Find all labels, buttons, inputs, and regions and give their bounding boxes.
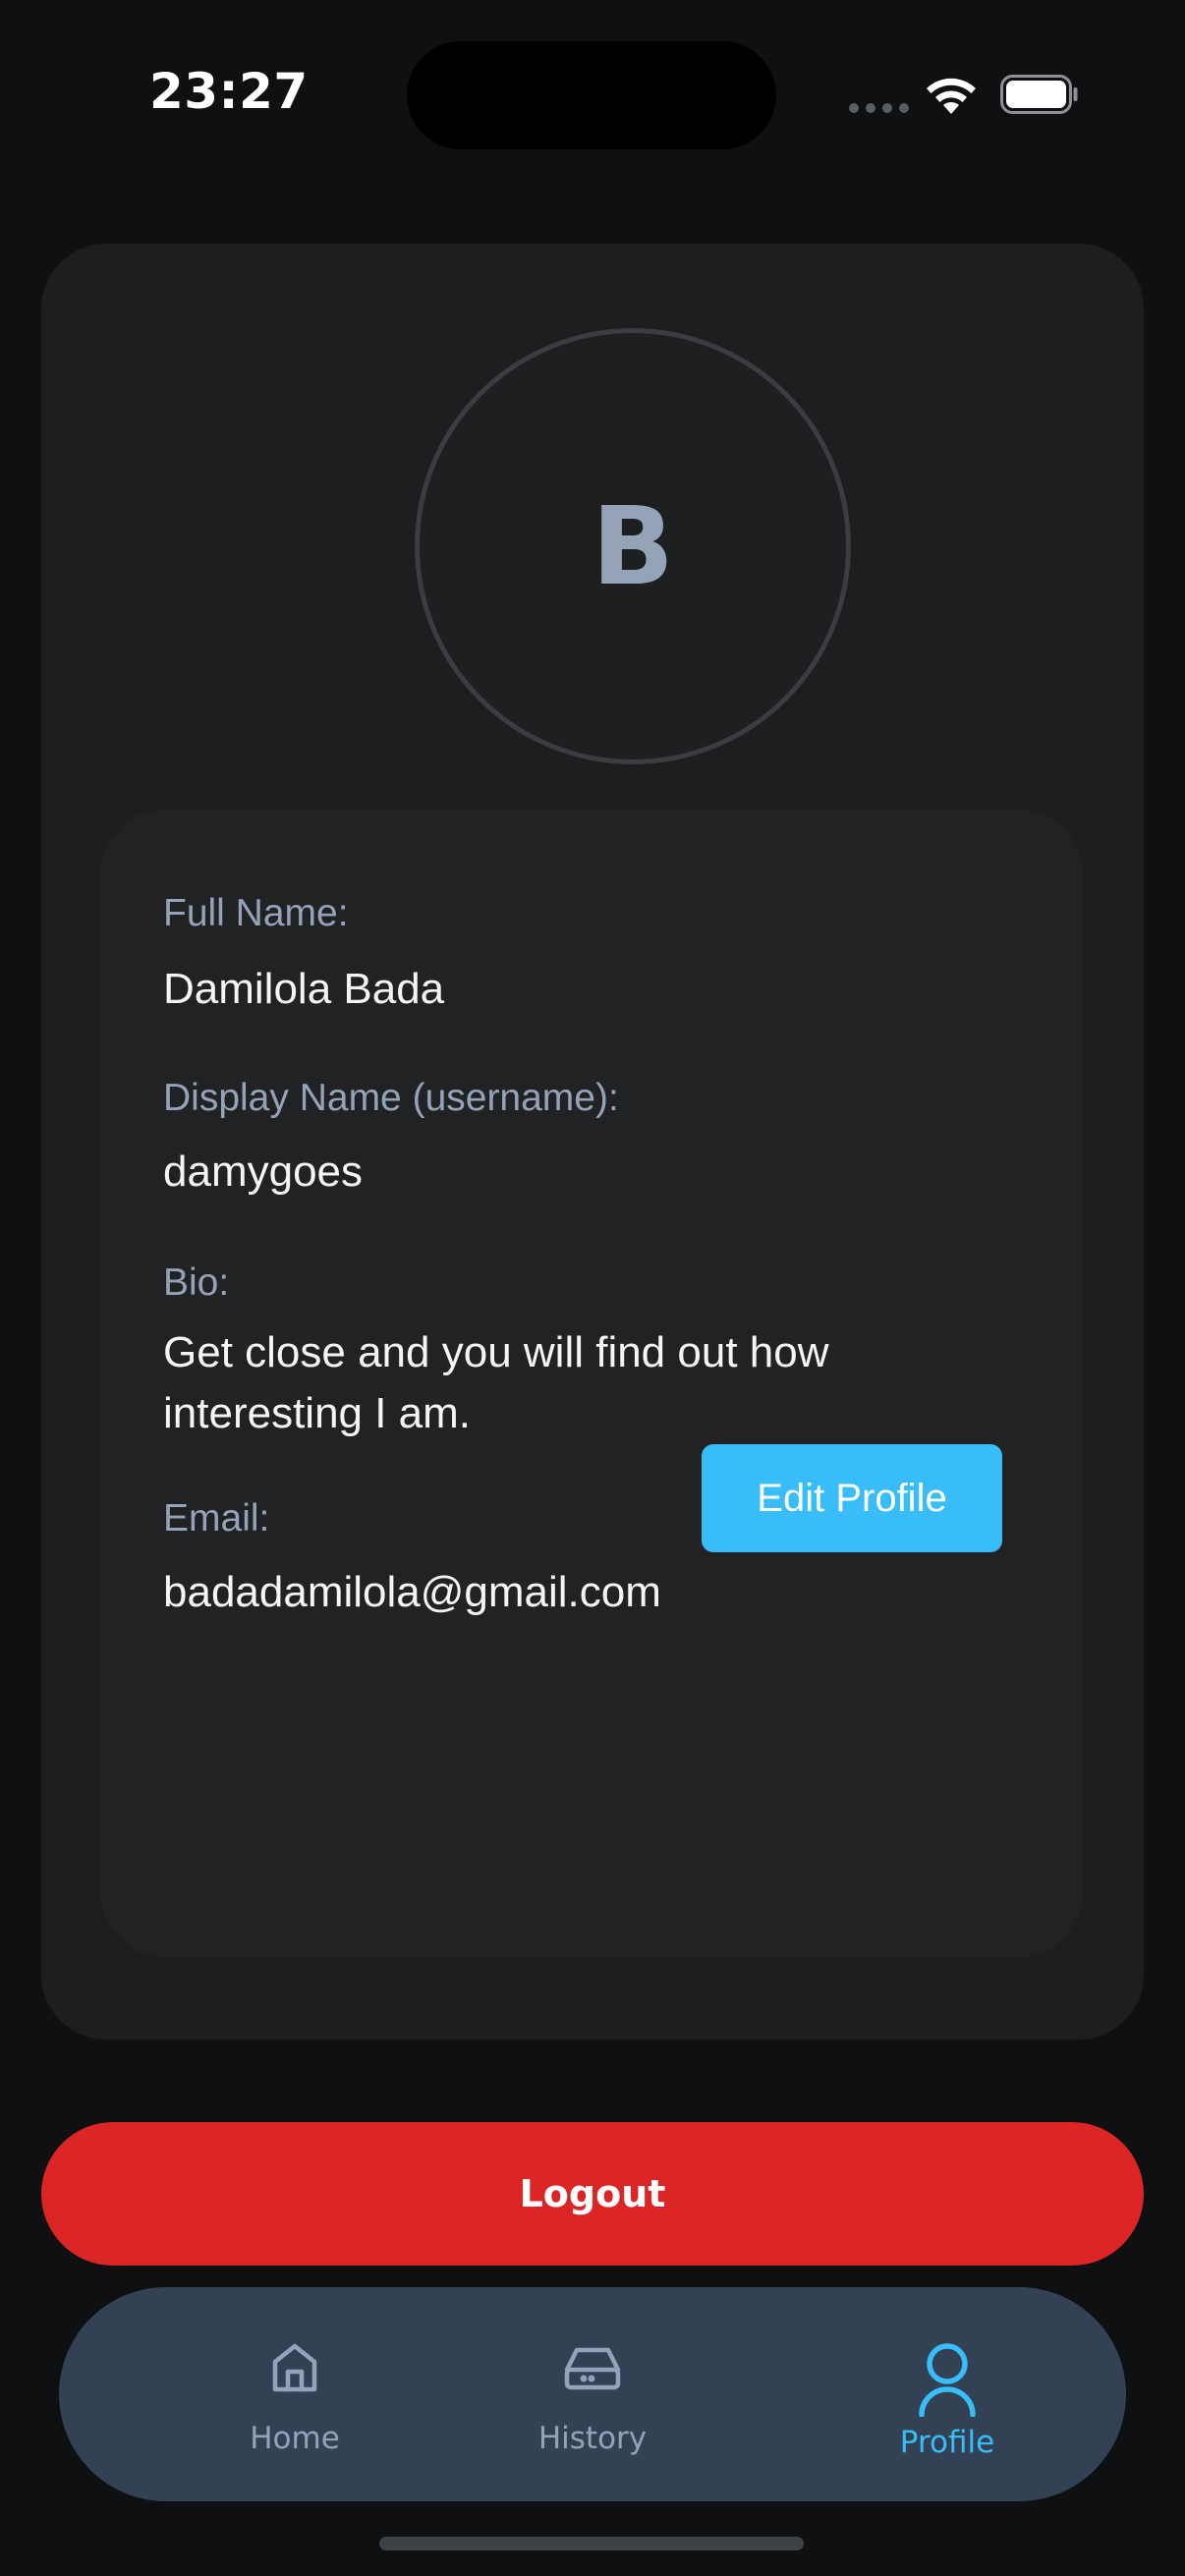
bio-label: Bio: bbox=[163, 1261, 230, 1304]
tab-history[interactable]: History bbox=[475, 2287, 710, 2501]
dynamic-island bbox=[407, 41, 776, 149]
avatar: B bbox=[415, 328, 851, 764]
username-label: Display Name (username): bbox=[163, 1077, 619, 1119]
avatar-initial: B bbox=[592, 483, 674, 609]
username-value: damygoes bbox=[163, 1148, 364, 1196]
home-indicator bbox=[379, 2537, 804, 2550]
inbox-tray-icon bbox=[564, 2347, 621, 2390]
bio-field: Bio: Get close and you will find out how… bbox=[163, 1260, 1008, 1444]
logout-button[interactable]: Logout bbox=[41, 2122, 1144, 2266]
tab-profile-label: Profile bbox=[899, 2425, 995, 2460]
bio-value: Get close and you will find out how inte… bbox=[163, 1328, 829, 1437]
tab-profile[interactable]: Profile bbox=[829, 2287, 1065, 2501]
user-icon bbox=[919, 2343, 976, 2417]
wifi-icon bbox=[927, 78, 976, 114]
username-field: Display Name (username): damygoes bbox=[163, 1075, 1008, 1203]
profile-info-card: Full Name: Damilola Bada Display Name (u… bbox=[100, 810, 1083, 1957]
email-value: badadamilola@gmail.com bbox=[163, 1568, 661, 1616]
battery-icon bbox=[1000, 75, 1078, 114]
home-icon bbox=[272, 2343, 317, 2392]
cellular-signal-icon bbox=[849, 103, 909, 113]
tab-history-label: History bbox=[537, 2421, 648, 2456]
tab-home[interactable]: Home bbox=[177, 2287, 413, 2501]
edit-profile-button[interactable]: Edit Profile bbox=[702, 1444, 1002, 1552]
full-name-value: Damilola Bada bbox=[163, 965, 445, 1013]
bottom-tab-bar: Home History Profile bbox=[59, 2287, 1126, 2501]
status-time: 23:27 bbox=[149, 63, 309, 120]
full-name-field: Full Name: Damilola Bada bbox=[163, 890, 1008, 1020]
profile-card: B Full Name: Damilola Bada Display Name … bbox=[41, 244, 1144, 2040]
tab-home-label: Home bbox=[250, 2421, 340, 2456]
full-name-label: Full Name: bbox=[163, 892, 349, 934]
